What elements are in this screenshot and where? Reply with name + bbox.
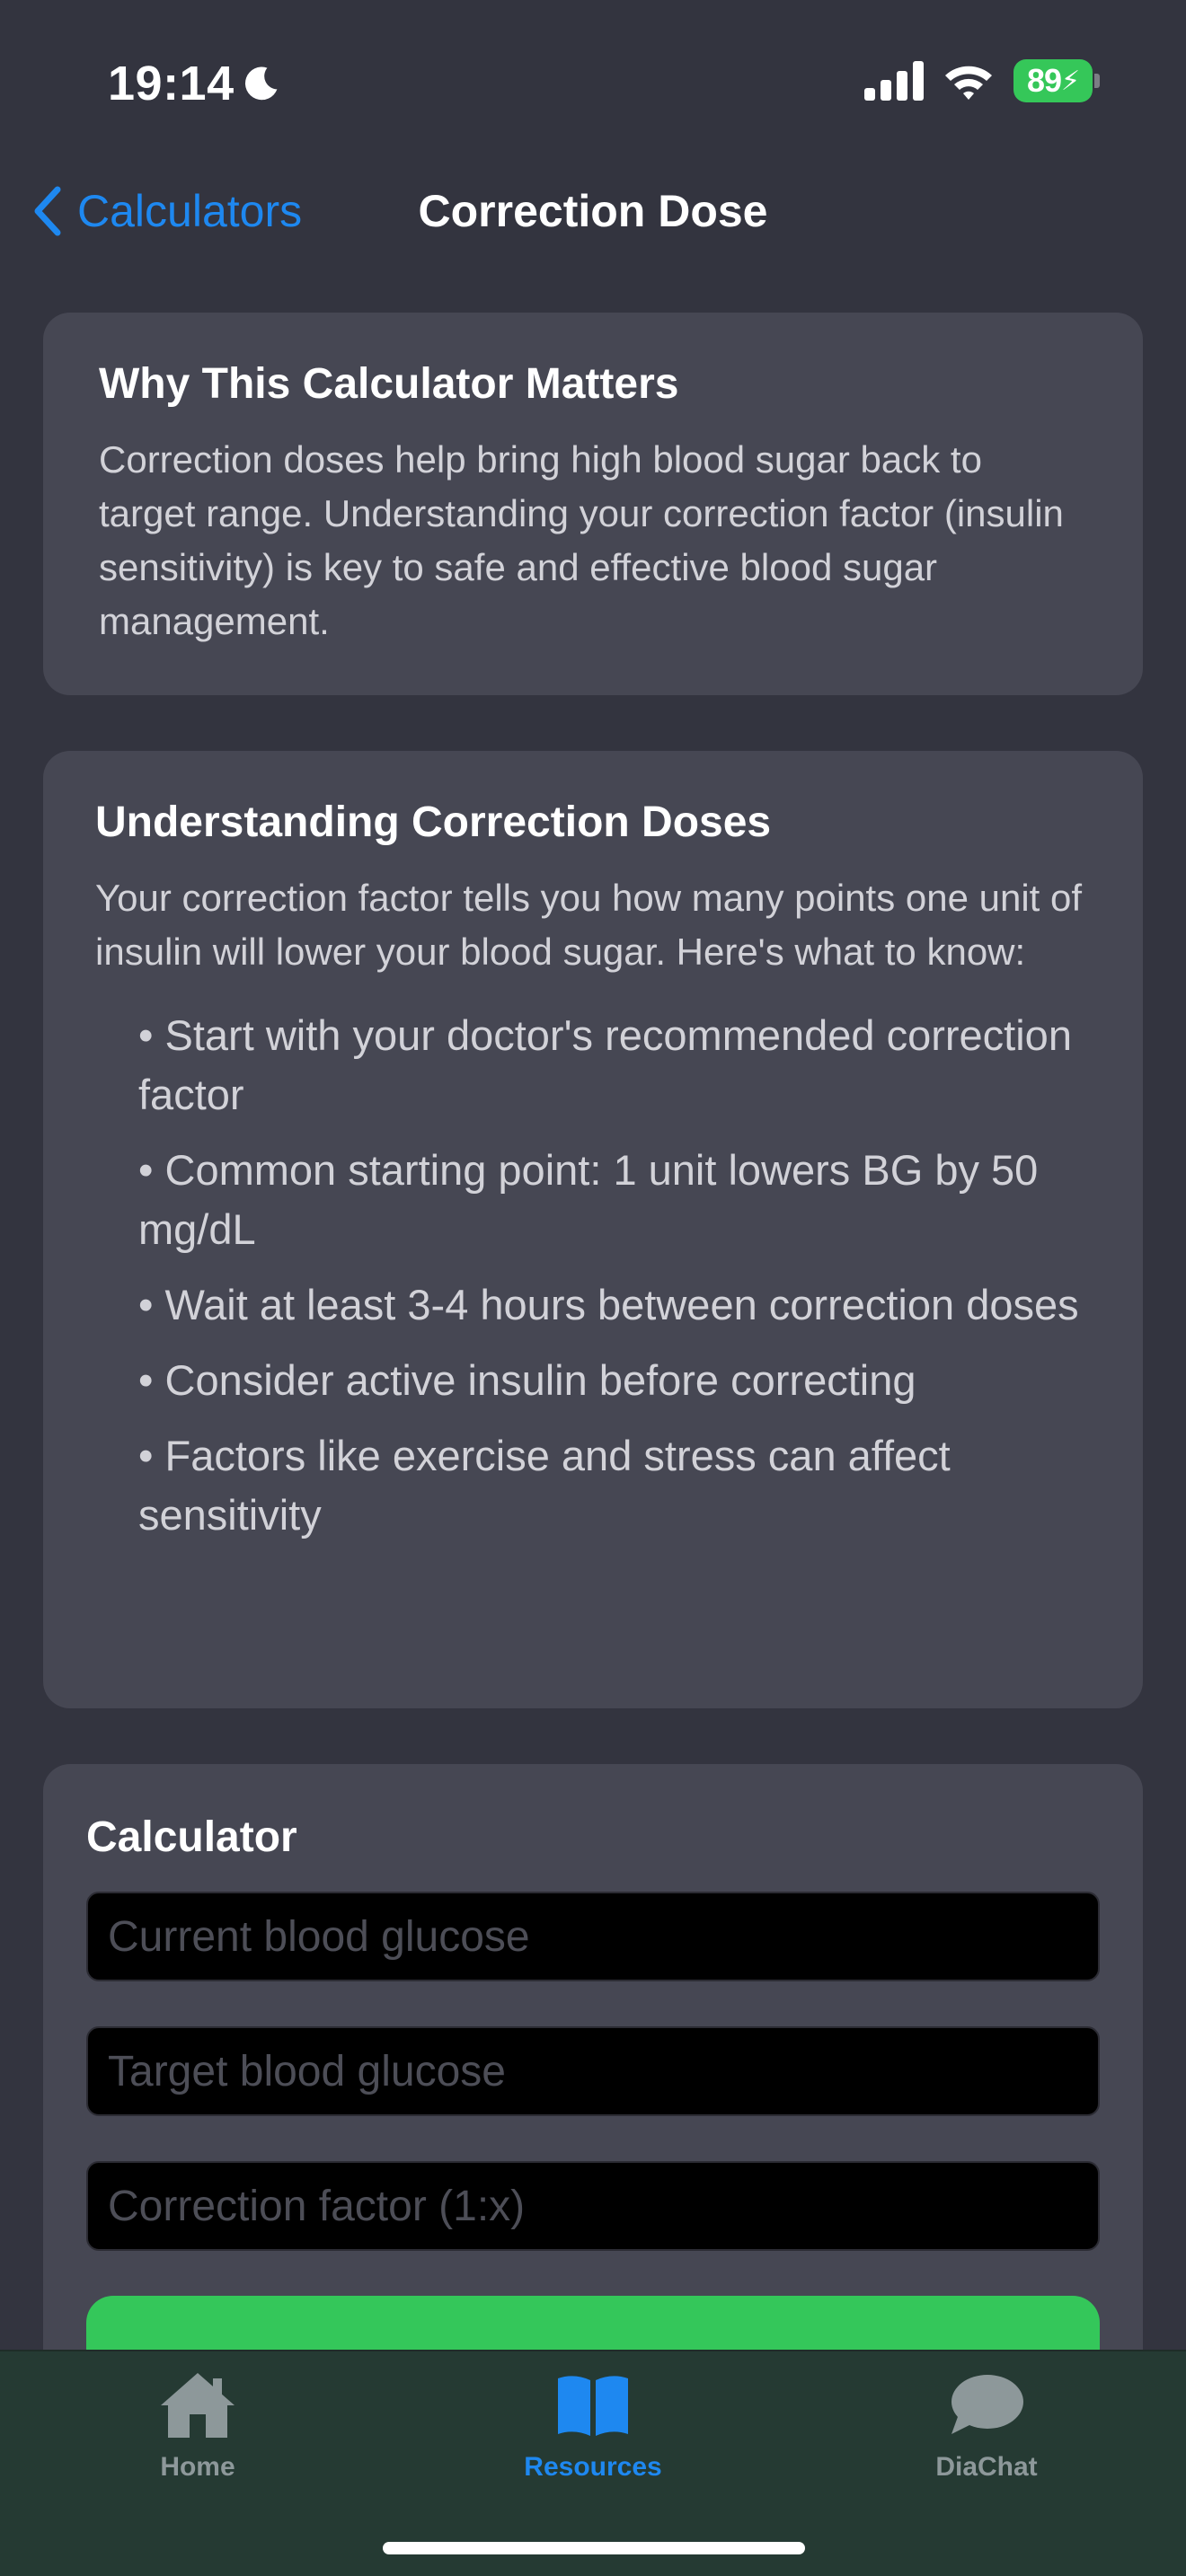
list-item: • Start with your doctor's recommended c… — [138, 1011, 1072, 1118]
list-item: • Common starting point: 1 unit lowers B… — [138, 1146, 1039, 1253]
wifi-icon — [945, 66, 992, 100]
moon-icon — [244, 66, 278, 101]
home-indicator — [383, 2542, 805, 2554]
tab-home[interactable]: Home — [90, 2369, 305, 2483]
current-bg-input[interactable] — [86, 1892, 1100, 1981]
tab-diachat-label: DiaChat — [935, 2452, 1038, 2482]
battery-percent: 89 — [1026, 62, 1062, 99]
status-time: 19:14 — [108, 56, 281, 111]
intro-card: Why This Calculator Matters Correction d… — [43, 313, 1143, 695]
info-title: Understanding Correction Doses — [95, 798, 772, 846]
screen: 19:14 89 ⚡ Calculators Correction Dose W… — [0, 0, 1186, 2576]
battery-level: 89 ⚡ — [1013, 59, 1093, 102]
tab-diachat[interactable]: DiaChat — [879, 2369, 1094, 2483]
calculator-title: Calculator — [86, 1813, 297, 1861]
status-icons: 89 ⚡ — [864, 59, 1100, 102]
tab-resources-label: Resources — [524, 2452, 662, 2482]
intro-title: Why This Calculator Matters — [99, 360, 679, 408]
tab-resources[interactable]: Resources — [485, 2369, 701, 2483]
intro-body: Correction doses help bring high blood s… — [99, 438, 1064, 642]
signal-icon — [864, 61, 924, 101]
correction-factor-input[interactable] — [86, 2161, 1100, 2251]
book-icon — [558, 2376, 628, 2436]
list-item: • Factors like exercise and stress can a… — [138, 1432, 951, 1539]
info-body: Your correction factor tells you how man… — [95, 877, 1083, 973]
info-card: Understanding Correction Doses Your corr… — [43, 751, 1143, 1708]
tab-home-label: Home — [160, 2452, 235, 2482]
clock: 19:14 — [108, 57, 235, 110]
tips-list: • Start with your doctor's recommended c… — [95, 1006, 1091, 1545]
page-title: Correction Dose — [418, 186, 768, 236]
house-icon — [161, 2373, 235, 2438]
list-item: • Consider active insulin before correct… — [138, 1356, 916, 1404]
target-bg-input[interactable] — [86, 2026, 1100, 2116]
chat-bubble-icon — [951, 2375, 1023, 2434]
battery-icon: 89 ⚡ — [1013, 59, 1100, 102]
list-item: • Wait at least 3-4 hours between correc… — [138, 1281, 1079, 1328]
